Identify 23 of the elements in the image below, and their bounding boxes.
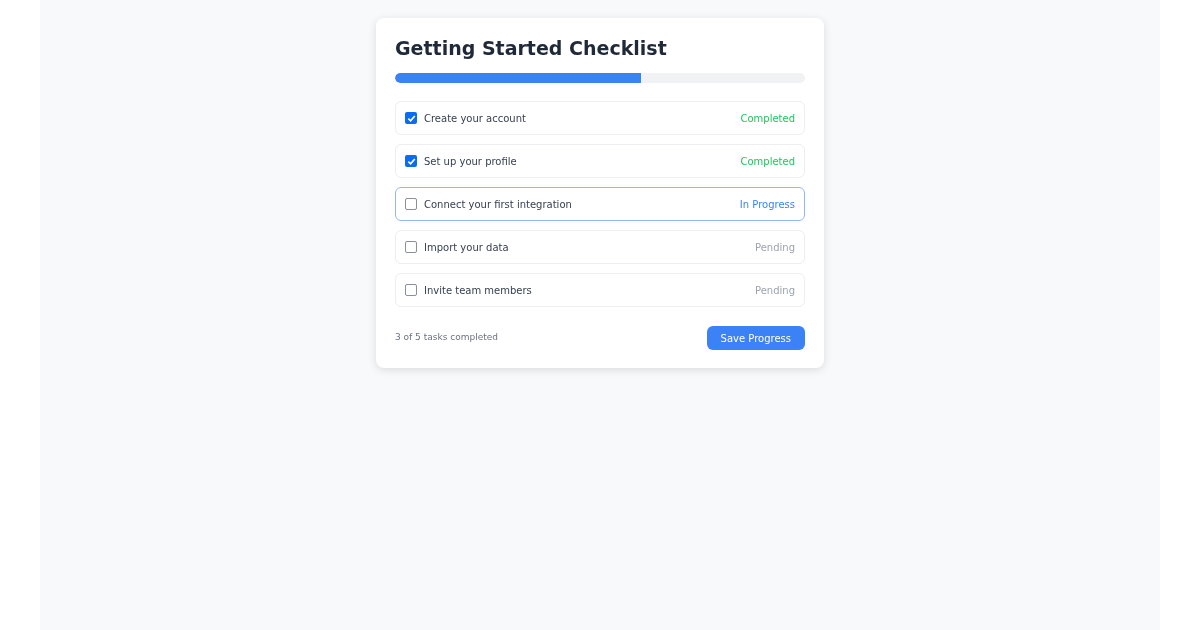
task-row[interactable]: Set up your profile Completed <box>395 144 805 178</box>
task-row[interactable]: Invite team members Pending <box>395 273 805 307</box>
summary-text: 3 of 5 tasks completed <box>395 331 498 345</box>
task-label: Connect your first integration <box>424 197 573 212</box>
task-status: Completed <box>740 111 795 126</box>
task-status: Completed <box>740 154 795 169</box>
task-label: Import your data <box>424 240 510 255</box>
save-button[interactable]: Save Progress <box>706 326 805 350</box>
card-title: Getting Started Checklist <box>395 36 668 61</box>
task-label: Set up your profile <box>424 154 518 169</box>
task-checkbox[interactable] <box>405 241 417 253</box>
task-status: Pending <box>755 240 795 255</box>
task-checkbox[interactable] <box>405 112 417 124</box>
task-checkbox[interactable] <box>405 155 417 167</box>
task-status: Pending <box>755 283 795 298</box>
task-row[interactable]: Connect your first integration In Progress <box>395 187 805 221</box>
task-checkbox[interactable] <box>405 284 417 296</box>
task-label: Invite team members <box>424 283 533 298</box>
task-checkbox[interactable] <box>405 198 417 210</box>
task-row[interactable]: Import your data Pending <box>395 230 805 264</box>
task-row[interactable]: Create your account Completed <box>395 101 805 135</box>
task-label: Create your account <box>424 111 527 126</box>
task-status: In Progress <box>739 197 795 212</box>
